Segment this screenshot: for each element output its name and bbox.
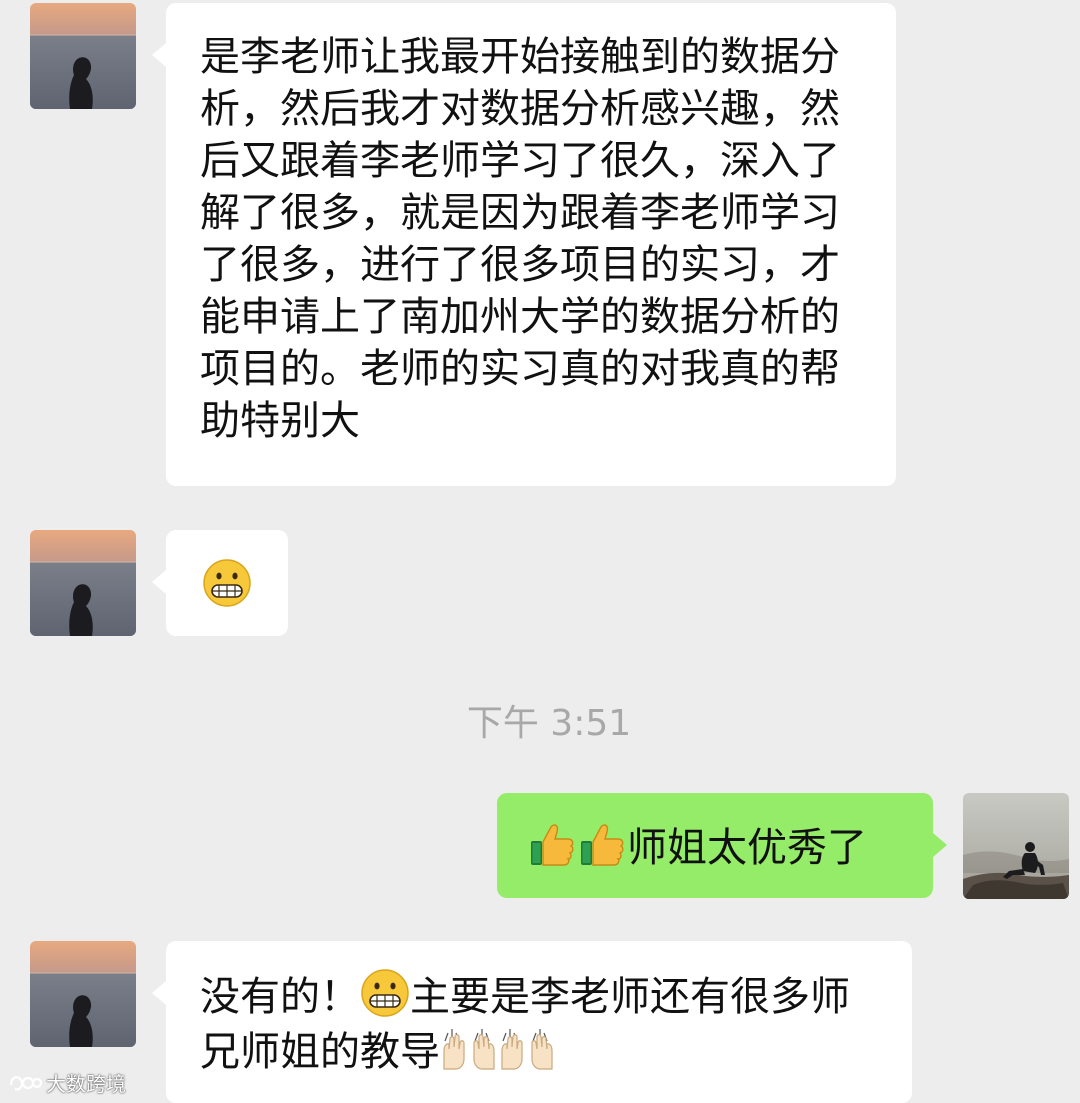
my-avatar[interactable] (963, 793, 1069, 899)
message-bubble-incoming[interactable]: 没有的！ 主要是李老师还有很多师兄师姐的教导 (152, 941, 912, 1103)
message-text: 是李老师让我最开始接触到的数据分析，然后我才对数据分析感兴趣，然后又跟着李老师学… (200, 34, 840, 444)
message-text: 师姐太优秀了 (627, 825, 867, 871)
person-sitting-on-rock-avatar-icon (963, 793, 1069, 899)
watermark: 大数跨境 (8, 1068, 126, 1097)
contact-avatar[interactable] (30, 941, 136, 1047)
thumbs-up-icon (531, 824, 574, 866)
woman-silhouette-sunset-avatar-icon (30, 530, 136, 636)
woman-silhouette-sunset-avatar-icon (30, 941, 136, 1047)
raising-hands-icon (443, 1029, 495, 1070)
grimacing-face-icon (203, 559, 251, 607)
watermark-text: 大数跨境 (46, 1072, 126, 1096)
message-bubble-incoming[interactable] (152, 530, 288, 636)
message-timestamp: 下午 3:51 (466, 703, 632, 744)
raising-hands-icon (501, 1029, 553, 1070)
grimacing-face-icon (361, 969, 409, 1017)
thumbs-up-icon (581, 824, 624, 866)
message-bubble-outgoing[interactable]: 师姐太优秀了 (497, 793, 947, 898)
message-bubble-incoming[interactable]: 是李老师让我最开始接触到的数据分析，然后我才对数据分析感兴趣，然后又跟着李老师学… (152, 3, 896, 486)
watermark-logo-icon (9, 1075, 42, 1090)
contact-avatar[interactable] (30, 530, 136, 636)
contact-avatar[interactable] (30, 3, 136, 109)
message-text: 没有的！ (200, 974, 360, 1020)
woman-silhouette-sunset-avatar-icon (30, 3, 136, 109)
